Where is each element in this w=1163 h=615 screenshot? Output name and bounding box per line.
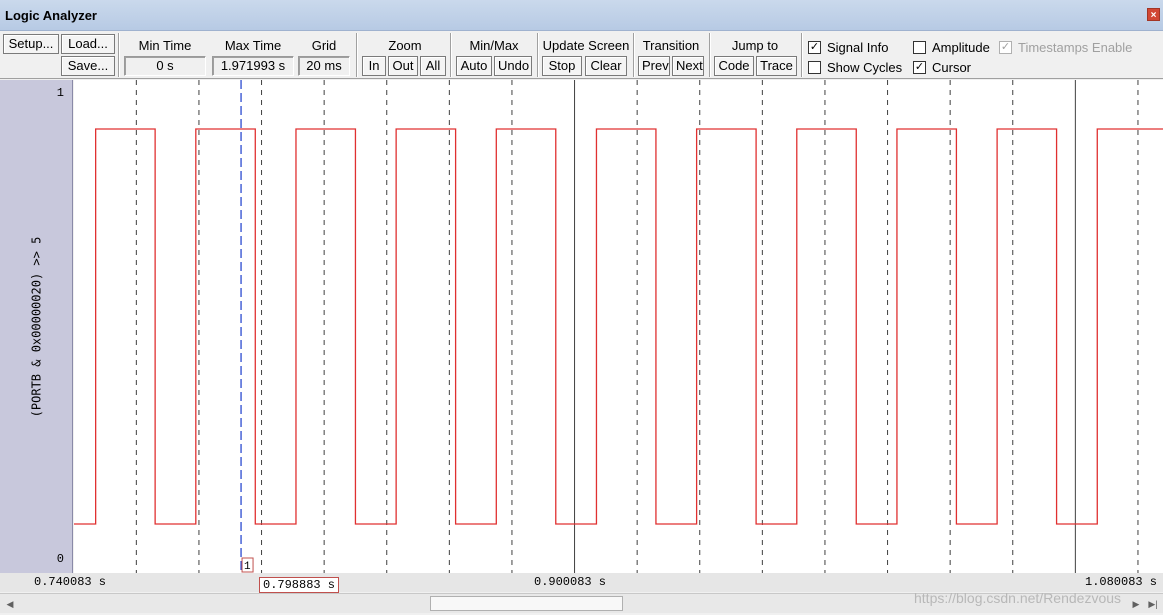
scroll-end-icon[interactable]: ▶| xyxy=(1145,596,1161,612)
signal-trace xyxy=(74,128,1163,525)
clear-button[interactable]: Clear xyxy=(585,56,627,76)
prev-button[interactable]: Prev xyxy=(638,56,670,76)
load-button[interactable]: Load... xyxy=(61,34,115,54)
zoom-out-button[interactable]: Out xyxy=(388,56,418,76)
signal-name: (PORTB & 0x00000020) >> 5 xyxy=(29,236,44,417)
setup-button[interactable]: Setup... xyxy=(3,34,59,54)
logic-analyzer-window: Logic Analyzer × Setup... Load... Save..… xyxy=(0,0,1163,615)
cursor-marker: 1 xyxy=(241,557,254,573)
zoom-all-button[interactable]: All xyxy=(420,56,446,76)
close-icon[interactable]: × xyxy=(1147,8,1160,21)
waveform-svg[interactable]: 1 xyxy=(74,80,1163,573)
axis-label-left: 0.740083 s xyxy=(34,575,107,589)
waveform-plot[interactable]: 1 xyxy=(74,80,1163,573)
show-cycles-checkbox[interactable]: Show Cycles xyxy=(808,60,902,75)
separator xyxy=(537,33,538,77)
cursor-checkbox[interactable]: ✓ Cursor xyxy=(913,60,971,75)
save-button[interactable]: Save... xyxy=(61,56,115,76)
stop-button[interactable]: Stop xyxy=(542,56,582,76)
watermark: https://blog.csdn.net/Rendezvous xyxy=(914,590,1122,606)
check-icon: ✓ xyxy=(808,41,821,54)
separator xyxy=(356,33,357,77)
axis-label-right: 1.080083 s xyxy=(1085,575,1158,589)
separator xyxy=(709,33,710,77)
minmax-label: Min/Max xyxy=(469,38,519,53)
y-min-label: 0 xyxy=(56,552,64,566)
max-time-value: 1.971993 s xyxy=(212,56,294,76)
undo-button[interactable]: Undo xyxy=(494,56,532,76)
grid-label: Grid xyxy=(311,38,337,53)
toolbar: Setup... Load... Save... Min Time 0 s Ma… xyxy=(0,31,1163,79)
cursor-time-readout: 0.798883 s xyxy=(259,577,340,593)
grid-value: 20 ms xyxy=(298,56,350,76)
next-button[interactable]: Next xyxy=(672,56,704,76)
scrollbar-thumb[interactable] xyxy=(430,596,623,611)
separator xyxy=(633,33,634,77)
check-icon: ✓ xyxy=(999,41,1012,54)
separator xyxy=(450,33,451,77)
scroll-left-icon[interactable]: ◀ xyxy=(2,596,18,612)
separator xyxy=(801,33,802,77)
update-screen-label: Update Screen xyxy=(542,38,630,53)
amplitude-checkbox[interactable]: Amplitude xyxy=(913,40,990,55)
signal-info-checkbox[interactable]: ✓ Signal Info xyxy=(808,40,888,55)
zoom-label: Zoom xyxy=(388,38,422,53)
trace-button[interactable]: Trace xyxy=(756,56,797,76)
auto-button[interactable]: Auto xyxy=(456,56,492,76)
separator xyxy=(118,33,119,77)
code-button[interactable]: Code xyxy=(714,56,754,76)
cursor-marker-label: 1 xyxy=(244,561,251,573)
timestamps-enable-checkbox: ✓ Timestamps Enable xyxy=(999,40,1133,55)
scroll-right-icon[interactable]: ▶ xyxy=(1128,596,1144,612)
max-time-label: Max Time xyxy=(224,38,282,53)
title-bar: Logic Analyzer × xyxy=(0,0,1163,31)
jump-to-label: Jump to xyxy=(731,38,779,53)
min-time-label: Min Time xyxy=(138,38,192,53)
min-time-value: 0 s xyxy=(124,56,206,76)
check-icon: ✓ xyxy=(913,61,926,74)
window-title: Logic Analyzer xyxy=(5,8,97,23)
zoom-in-button[interactable]: In xyxy=(362,56,386,76)
transition-label: Transition xyxy=(642,38,700,53)
axis-label-center: 0.900083 s xyxy=(534,575,607,589)
signal-name-panel[interactable]: 1 (PORTB & 0x00000020) >> 5 0 xyxy=(0,80,73,573)
